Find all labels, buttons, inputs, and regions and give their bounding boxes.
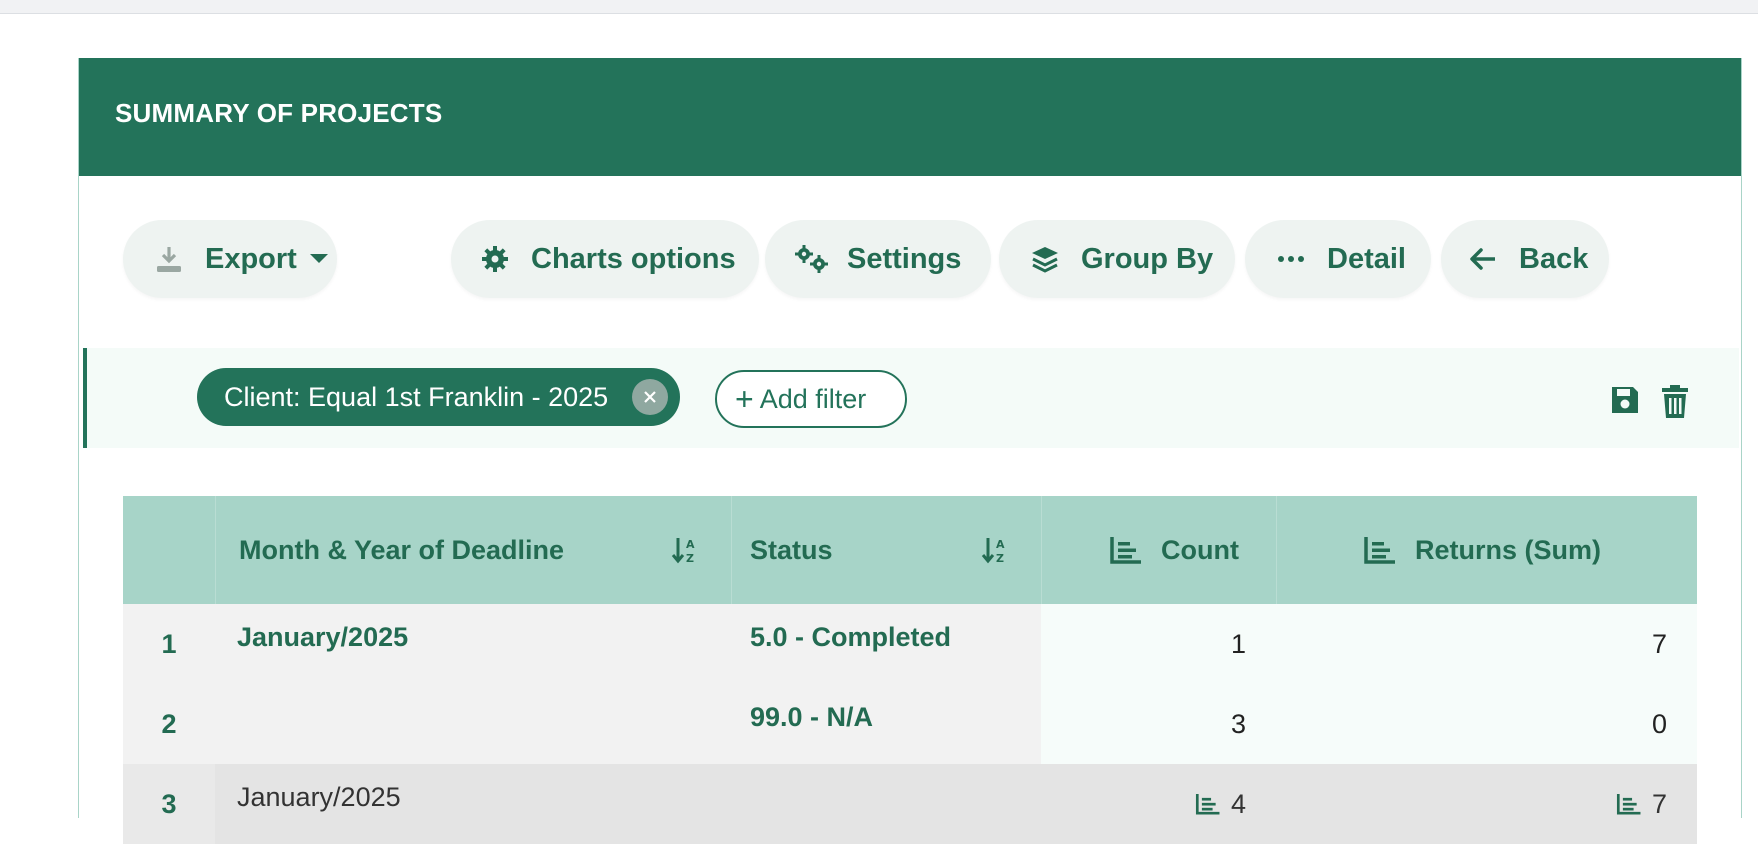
cell-count: 1	[1041, 604, 1276, 684]
cell-returns: 7	[1276, 764, 1697, 844]
settings-button[interactable]: Settings	[765, 220, 991, 298]
browser-top-strip	[0, 0, 1758, 14]
download-icon	[149, 239, 189, 279]
bar-chart-icon	[1195, 792, 1221, 816]
charts-options-label: Charts options	[531, 242, 736, 275]
header-separator	[215, 496, 216, 604]
filter-chip-label: Client: Equal 1st Franklin - 2025	[224, 381, 609, 412]
header-returns[interactable]: Returns (Sum)	[1363, 496, 1601, 604]
trash-icon[interactable]	[1659, 384, 1693, 420]
subtotal-count: 4	[1230, 788, 1246, 819]
close-icon[interactable]	[632, 379, 669, 415]
header-count[interactable]: Count	[1109, 496, 1239, 604]
table-row[interactable]: 1 January/2025 5.0 - Completed 1 7	[123, 604, 1697, 684]
svg-text:Z: Z	[996, 552, 1004, 564]
bar-chart-icon	[1363, 535, 1397, 565]
settings-label: Settings	[847, 242, 962, 275]
cell-status	[731, 764, 1041, 844]
page-title: SUMMARY OF PROJECTS	[115, 98, 443, 128]
header-separator	[1041, 496, 1042, 604]
svg-text:A: A	[996, 538, 1005, 551]
row-index: 3	[123, 764, 215, 844]
header-status[interactable]: Status	[750, 496, 833, 604]
grid-header: Month & Year of Deadline AZ Status AZ Co…	[123, 496, 1697, 604]
back-label: Back	[1519, 242, 1589, 275]
svg-text:A: A	[686, 538, 695, 551]
layers-icon	[1025, 239, 1065, 279]
gear-icon	[475, 239, 515, 279]
cell-count: 4	[1041, 764, 1276, 844]
charts-options-button[interactable]: Charts options	[451, 220, 759, 298]
cell-returns: 0	[1276, 684, 1697, 764]
cell-month	[215, 684, 731, 764]
sort-alpha-icon[interactable]: AZ	[981, 536, 1011, 569]
row-index: 1	[123, 604, 215, 684]
header-count-label: Count	[1161, 534, 1239, 565]
save-icon[interactable]	[1609, 384, 1643, 420]
ellipsis-icon	[1271, 239, 1311, 279]
subtotal-returns: 7	[1651, 788, 1667, 819]
summary-card: SUMMARY OF PROJECTS Export Charts option…	[78, 58, 1742, 844]
header-returns-label: Returns (Sum)	[1415, 534, 1602, 565]
cell-returns: 7	[1276, 604, 1697, 684]
header-month[interactable]: Month & Year of Deadline	[239, 496, 564, 604]
cell-count: 3	[1041, 684, 1276, 764]
toolbar: Export Charts options Settings Group By	[79, 220, 1741, 302]
table-row[interactable]: 2 99.0 - N/A 3 0	[123, 684, 1697, 764]
cell-status: 99.0 - N/A	[731, 684, 1041, 764]
filter-bar: Client: Equal 1st Franklin - 2025 + Add …	[83, 348, 1739, 448]
card-header: SUMMARY OF PROJECTS	[79, 58, 1741, 176]
bar-chart-icon	[1616, 792, 1642, 816]
row-index: 2	[123, 684, 215, 764]
header-separator	[731, 496, 732, 604]
header-status-label: Status	[750, 534, 833, 565]
plus-icon: +	[735, 381, 754, 417]
back-button[interactable]: Back	[1441, 220, 1609, 298]
detail-label: Detail	[1327, 242, 1406, 275]
header-separator	[1276, 496, 1277, 604]
group-by-label: Group By	[1081, 242, 1214, 275]
export-label: Export	[205, 242, 297, 275]
bar-chart-icon	[1109, 535, 1143, 565]
sort-alpha-icon[interactable]: AZ	[671, 536, 701, 569]
gears-icon	[791, 239, 831, 279]
cell-month: January/2025	[215, 764, 731, 844]
add-filter-button[interactable]: + Add filter	[715, 370, 907, 428]
add-filter-label: Add filter	[759, 383, 867, 414]
arrow-left-icon	[1463, 239, 1503, 279]
filter-chip[interactable]: Client: Equal 1st Franklin - 2025	[197, 368, 681, 426]
cell-month: January/2025	[215, 604, 731, 684]
group-by-button[interactable]: Group By	[999, 220, 1235, 298]
export-button[interactable]: Export	[123, 220, 337, 298]
header-month-label: Month & Year of Deadline	[239, 534, 565, 565]
detail-button[interactable]: Detail	[1245, 220, 1431, 298]
subtotal-row[interactable]: 3 January/2025 4 7	[123, 764, 1697, 844]
svg-text:Z: Z	[686, 552, 694, 564]
cell-status: 5.0 - Completed	[731, 604, 1041, 684]
caret-down-icon	[309, 253, 329, 265]
